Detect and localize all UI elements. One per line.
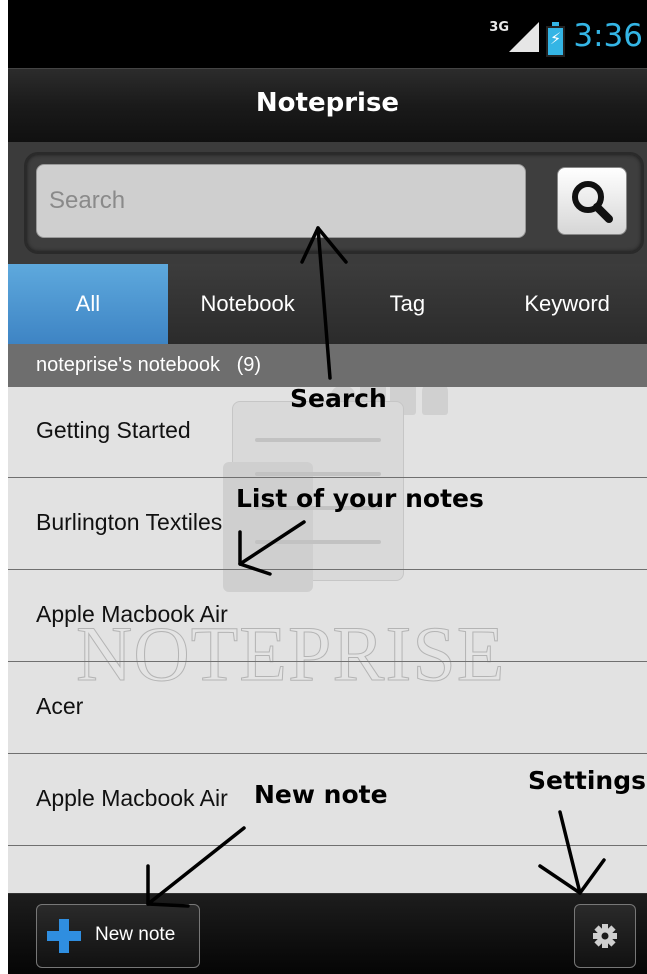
notebook-name: noteprise's notebook bbox=[36, 354, 220, 376]
search-icon bbox=[572, 181, 613, 223]
bottom-bar: New note bbox=[8, 893, 647, 974]
settings-button[interactable] bbox=[574, 904, 636, 968]
annotation-list: List of your notes bbox=[236, 484, 484, 513]
note-title: Acer bbox=[36, 693, 84, 719]
status-bar: 3G ⚡ 3:36 bbox=[8, 0, 647, 68]
title-bar: Noteprise bbox=[8, 68, 647, 144]
annotation-new-note: New note bbox=[254, 780, 388, 809]
search-bar bbox=[8, 142, 647, 264]
note-title: Burlington Textiles bbox=[36, 509, 223, 535]
note-title: Getting Started bbox=[36, 417, 191, 443]
new-note-label: New note bbox=[95, 924, 176, 945]
tab-keyword[interactable]: Keyword bbox=[487, 264, 647, 344]
new-note-button[interactable]: New note bbox=[36, 904, 200, 968]
list-item[interactable]: Apple Macbook Air bbox=[8, 571, 647, 662]
note-title: Apple Macbook Air bbox=[36, 785, 228, 811]
annotation-settings: Settings bbox=[528, 766, 647, 795]
filter-tabs: All Notebook Tag Keyword bbox=[8, 264, 647, 344]
list-item[interactable]: Acer bbox=[8, 663, 647, 754]
note-title: Apple Macbook Air bbox=[36, 601, 228, 627]
notebook-count: (9) bbox=[236, 354, 262, 376]
search-input[interactable] bbox=[36, 164, 526, 238]
network-type: 3G bbox=[489, 20, 509, 35]
gear-icon bbox=[593, 924, 617, 948]
status-time: 3:36 bbox=[573, 18, 643, 54]
tab-all[interactable]: All bbox=[8, 264, 168, 344]
annotation-search: Search bbox=[290, 384, 387, 413]
notes-list: NOTEPRISE Getting Started Burlington Tex… bbox=[8, 387, 647, 893]
search-button[interactable] bbox=[557, 167, 627, 235]
tab-tag[interactable]: Tag bbox=[328, 264, 488, 344]
notebook-header: noteprise's notebook (9) bbox=[8, 344, 647, 387]
app-title: Noteprise bbox=[255, 88, 400, 118]
tab-notebook[interactable]: Notebook bbox=[168, 264, 328, 344]
plus-icon bbox=[47, 919, 81, 953]
signal-icon bbox=[509, 22, 539, 52]
battery-icon: ⚡ bbox=[546, 22, 565, 57]
